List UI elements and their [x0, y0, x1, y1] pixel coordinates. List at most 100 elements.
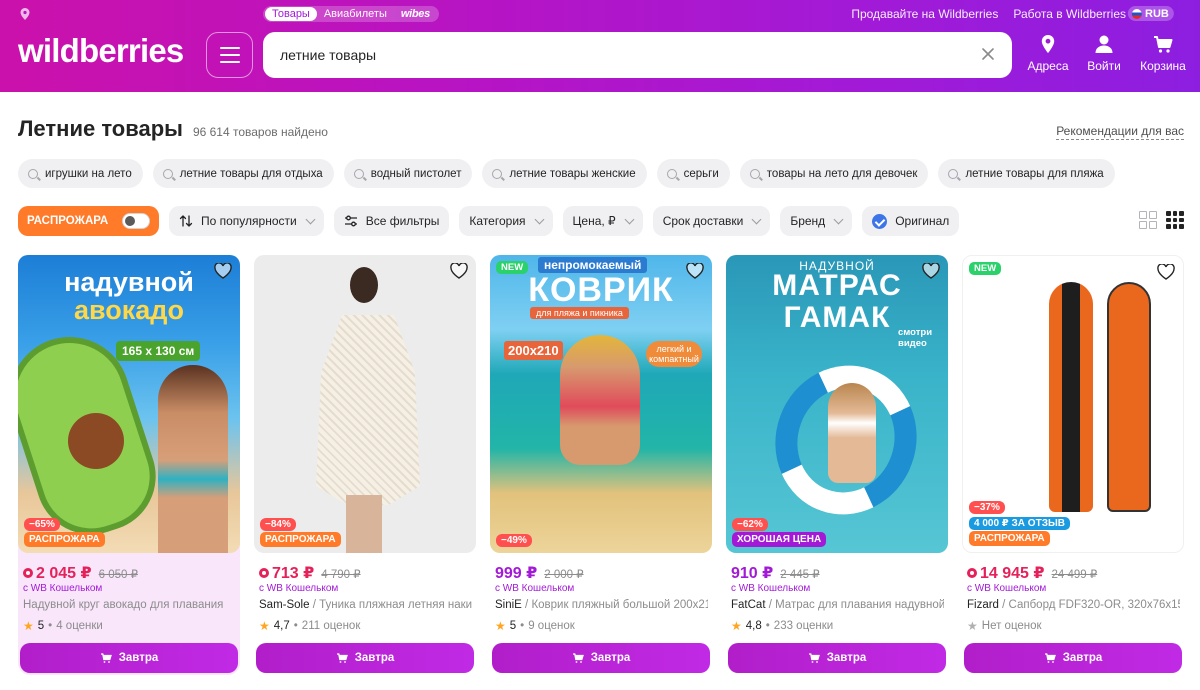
- search-icon: [162, 168, 173, 179]
- suggestion-chip[interactable]: игрушки на лето: [18, 159, 143, 188]
- product-name[interactable]: Fizard / Сапборд FDF320-OR, 320x76x15: [967, 599, 1180, 611]
- sort-dropdown[interactable]: По популярности: [169, 206, 324, 236]
- nav-login[interactable]: Войти: [1076, 33, 1132, 73]
- heart-icon[interactable]: [1157, 264, 1175, 280]
- add-to-cart-button[interactable]: Завтра: [20, 643, 238, 673]
- tab-flights[interactable]: Авиабилеты: [317, 7, 394, 21]
- search-input[interactable]: [280, 47, 960, 63]
- sale-badge: РАСПРОЖАРА: [260, 532, 341, 547]
- found-count: 96 614 товаров найдено: [192, 125, 328, 139]
- sup-board-1: [1049, 282, 1093, 512]
- currency-selector[interactable]: RUB: [1128, 6, 1174, 21]
- brand-dropdown[interactable]: Бренд: [780, 206, 853, 236]
- small-grid-icon[interactable]: [1166, 211, 1184, 229]
- product-card[interactable]: надувной авокадо 165 x 130 см −65% РАСПР…: [18, 255, 240, 675]
- delivery-dropdown[interactable]: Срок доставки: [652, 206, 771, 236]
- suggestion-chip[interactable]: летние товары женские: [482, 159, 647, 188]
- suggestion-chip[interactable]: водный пистолет: [343, 159, 473, 188]
- jobs-link[interactable]: Работа в Wildberries: [1013, 7, 1126, 21]
- star-icon: ★: [967, 619, 978, 633]
- add-to-cart-button[interactable]: Завтра: [964, 643, 1182, 673]
- location-pin-icon[interactable]: [20, 8, 30, 20]
- brand-name: FatCat: [731, 599, 766, 611]
- toggle-switch[interactable]: [122, 213, 150, 229]
- tab-wibes[interactable]: wibes: [394, 7, 437, 21]
- view-toggles: [1139, 211, 1184, 229]
- tab-goods[interactable]: Товары: [265, 7, 317, 21]
- chevron-down-icon: [833, 214, 844, 224]
- product-image[interactable]: надувной авокадо 165 x 130 см −65% РАСПР…: [18, 255, 240, 553]
- product-card[interactable]: −84% РАСПРОЖАРА 713 ₽ 4 790 ₽ с WB Кошел…: [254, 255, 476, 675]
- heart-icon[interactable]: [214, 263, 232, 279]
- product-image[interactable]: −84% РАСПРОЖАРА: [254, 255, 476, 553]
- product-image[interactable]: НАДУВНОЙ МАТРАС ГАМАК смотри видео −62% …: [726, 255, 948, 553]
- product-card[interactable]: NEW −37% 4 000 ₽ ЗА ОТЗЫВ РАСПРОЖАРА 14 …: [962, 255, 1184, 675]
- sell-link[interactable]: Продавайте на Wildberries: [851, 7, 998, 21]
- all-filters-button[interactable]: Все фильтры: [333, 206, 450, 236]
- wallet-note: с WB Кошельком: [967, 583, 1047, 594]
- chevron-down-icon: [751, 214, 762, 224]
- sale-toggle[interactable]: РАСПРОЖАРА: [18, 206, 159, 236]
- product-card[interactable]: NEW непромокаемый КОВРИК для пляжа и пик…: [490, 255, 712, 675]
- nav-addresses[interactable]: Адреса: [1020, 33, 1076, 73]
- search-icon: [948, 168, 959, 179]
- add-to-cart-button[interactable]: Завтра: [492, 643, 710, 673]
- search-suggestions: игрушки на лето летние товары для отдыха…: [18, 159, 1115, 188]
- large-grid-icon[interactable]: [1139, 211, 1157, 229]
- suggestion-chip[interactable]: серьги: [656, 159, 730, 188]
- add-to-cart-button[interactable]: Завтра: [256, 643, 474, 673]
- sort-icon: [179, 215, 193, 227]
- wallet-note: с WB Кошельком: [495, 583, 575, 594]
- cart-icon: [1044, 653, 1056, 663]
- page-title: Летние товары: [18, 116, 183, 141]
- brand-name: Fizard: [967, 599, 999, 611]
- sup-board-2: [1107, 282, 1151, 512]
- chevron-down-icon: [624, 214, 635, 224]
- heart-icon[interactable]: [686, 263, 704, 279]
- search-bar: [263, 32, 1012, 78]
- close-icon[interactable]: [981, 47, 995, 61]
- price-dropdown[interactable]: Цена, ₽: [562, 206, 643, 236]
- currency-label: RUB: [1145, 7, 1169, 20]
- search-icon: [28, 168, 38, 179]
- price-old: 24 499 ₽: [1051, 569, 1098, 581]
- model-figure: [828, 383, 876, 483]
- product-image[interactable]: NEW −37% 4 000 ₽ ЗА ОТЗЫВ РАСПРОЖАРА: [962, 255, 1184, 553]
- price-row: 910 ₽ 2 445 ₽: [731, 563, 820, 583]
- suggestion-chip[interactable]: летние товары для отдыха: [152, 159, 334, 188]
- title-row: Летние товары 96 614 товаров найдено: [18, 116, 328, 142]
- image-caption: 200x210: [504, 341, 563, 360]
- product-rating: ★ 5 • 4 оценки: [23, 619, 103, 633]
- recommendations-link[interactable]: Рекомендации для вас: [1056, 124, 1184, 140]
- price-row: 713 ₽ 4 790 ₽: [259, 563, 361, 583]
- logo[interactable]: wildberries: [18, 32, 184, 70]
- wb-wallet-icon: [259, 568, 269, 578]
- price-current: 713 ₽: [259, 563, 314, 583]
- product-rating: ★ 4,8 • 233 оценки: [731, 619, 834, 633]
- location-pin-icon: [1041, 35, 1055, 53]
- heart-icon[interactable]: [922, 263, 940, 279]
- sale-badge: РАСПРОЖАРА: [969, 531, 1050, 546]
- product-name[interactable]: Надувной круг авокадо для плавания: [23, 599, 236, 611]
- model-head: [350, 267, 378, 303]
- heart-icon[interactable]: [450, 263, 468, 279]
- watch-video-label[interactable]: смотри видео: [898, 327, 940, 349]
- product-name[interactable]: FatCat / Матрас для плавания надувной: [731, 599, 944, 611]
- category-dropdown[interactable]: Категория: [459, 206, 553, 236]
- add-to-cart-button[interactable]: Завтра: [728, 643, 946, 673]
- image-caption: КОВРИК: [528, 271, 674, 309]
- product-name[interactable]: Sam-Sole / Туника пляжная летняя накидка: [259, 599, 472, 611]
- suggestion-chip[interactable]: летние товары для пляжа: [938, 159, 1115, 188]
- cart-icon: [336, 653, 348, 663]
- image-caption: надувной: [64, 267, 194, 297]
- brand-name: Sam-Sole: [259, 599, 310, 611]
- product-name[interactable]: SiniE / Коврик пляжный большой 200x210: [495, 599, 708, 611]
- discount-badge: −65%: [24, 518, 60, 531]
- original-filter[interactable]: Оригинал: [862, 206, 960, 236]
- product-image[interactable]: NEW непромокаемый КОВРИК для пляжа и пик…: [490, 255, 712, 553]
- menu-button[interactable]: [206, 32, 253, 78]
- suggestion-chip[interactable]: товары на лето для девочек: [739, 159, 929, 188]
- discount-badge: −37%: [969, 501, 1005, 514]
- product-card[interactable]: НАДУВНОЙ МАТРАС ГАМАК смотри видео −62% …: [726, 255, 948, 675]
- nav-cart[interactable]: Корзина: [1132, 33, 1194, 73]
